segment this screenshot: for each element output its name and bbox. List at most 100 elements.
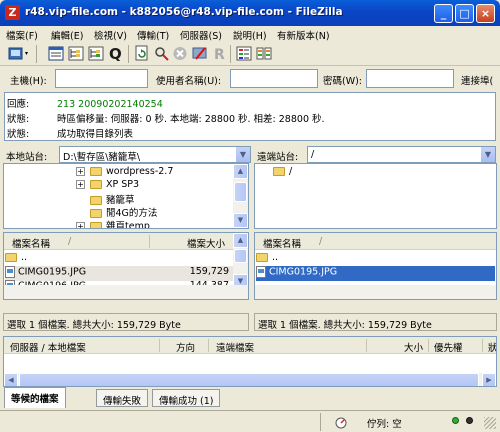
toggle-local-tree-icon[interactable] [68, 45, 84, 62]
reconnect-icon[interactable]: R [212, 45, 228, 62]
menu-view[interactable]: 檢視(V) [94, 28, 127, 42]
scroll-left-icon[interactable]: ◀ [4, 373, 18, 386]
scroll-down-icon[interactable]: ▼ [233, 213, 248, 228]
remote-path-combo[interactable]: / ▼ [307, 146, 496, 163]
column-status[interactable]: 狀 [488, 340, 496, 354]
remote-file-list: 檔案名稱 / .. CIMG0195.JPG [254, 232, 497, 300]
menu-help[interactable]: 說明(H) [233, 28, 267, 42]
scroll-right-icon[interactable]: ▶ [482, 373, 496, 386]
site-manager-icon[interactable] [8, 45, 30, 62]
column-filename[interactable]: 檔案名稱 [263, 236, 301, 250]
column-size[interactable]: 大小 [404, 340, 423, 354]
tree-item[interactable]: / [273, 166, 292, 181]
menu-file[interactable]: 檔案(F) [6, 28, 38, 42]
log-key: 狀態: [7, 114, 30, 125]
remote-tree: / [254, 163, 497, 229]
host-input[interactable] [55, 69, 148, 88]
expand-icon[interactable]: + [76, 167, 85, 176]
local-status-text: 選取 1 個檔案. 總共大小: 159,729 Byte [7, 320, 181, 331]
scroll-up-icon[interactable]: ▲ [233, 164, 248, 179]
log-text: 213 20090202140254 [57, 99, 163, 110]
file-row[interactable]: .. [256, 252, 495, 267]
svg-text:R: R [214, 47, 225, 62]
title-bar: Z r48.vip-file.com - k882056@r48.vip-fil… [0, 0, 500, 26]
scroll-thumb[interactable] [234, 182, 247, 202]
username-label: 使用者名稱(U): [156, 76, 222, 87]
port-label: 連接埠( [461, 76, 494, 87]
tree-item[interactable]: + 雜頁temp [76, 218, 150, 229]
tree-item-label: 雜頁temp [106, 221, 150, 229]
scroll-thumb[interactable] [234, 249, 247, 263]
column-direction[interactable]: 方向 [176, 340, 195, 354]
tree-item-label: / [289, 166, 293, 177]
log-row: 狀態: 時區偏移量: 伺服器: 0 秒. 本地端: 28800 秒. 相差: 28… [7, 111, 325, 125]
svg-text:Q: Q [109, 45, 122, 62]
file-row[interactable]: CIMG0195.JPG 159,729 [5, 266, 234, 281]
expand-icon[interactable]: + [76, 222, 85, 228]
chevron-down-icon[interactable]: ▼ [480, 147, 495, 162]
chevron-down-icon[interactable]: ▼ [235, 147, 250, 162]
password-input[interactable] [366, 69, 454, 88]
menu-edit[interactable]: 編輯(E) [51, 28, 83, 42]
column-filename[interactable]: 檔案名稱 [12, 236, 50, 250]
process-queue-icon[interactable] [154, 45, 170, 62]
directory-listing-filters-icon[interactable] [236, 45, 252, 62]
speed-limits-icon[interactable] [334, 415, 348, 429]
sort-indicator-icon: / [68, 236, 72, 247]
toggle-queue-icon[interactable]: Q [108, 45, 124, 62]
local-site-bar: 本地站台: D:\暫存區\豬籠草\ ▼ [3, 146, 251, 164]
image-file-icon [5, 266, 15, 278]
toolbar: Q R [0, 42, 500, 66]
tab-failed-transfers[interactable]: 傳輸失敗 [96, 389, 149, 407]
cancel-icon[interactable] [172, 45, 188, 62]
column-filesize[interactable]: 檔案大小 [187, 236, 225, 250]
local-path-combo[interactable]: D:\暫存區\豬籠草\ ▼ [59, 146, 251, 163]
scroll-up-icon[interactable]: ▲ [233, 233, 248, 248]
toolbar-separator [230, 45, 231, 63]
resize-grip-icon[interactable] [484, 417, 496, 429]
remote-site-label: 遠端站台: [257, 152, 299, 163]
local-tree-scrollbar[interactable]: ▲ ▼ [233, 164, 248, 228]
column-priority[interactable]: 優先權 [434, 340, 463, 354]
tab-queued-files[interactable]: 等候的檔案 [4, 387, 66, 408]
expand-icon[interactable]: + [76, 180, 85, 189]
minimize-button[interactable]: _ [434, 4, 453, 23]
local-file-header: 檔案名稱 / 檔案大小 [4, 233, 235, 250]
column-server-local-file[interactable]: 伺服器 / 本地檔案 [10, 340, 86, 354]
image-file-icon [256, 266, 266, 278]
local-file-scrollbar[interactable]: ▲ ▼ [233, 233, 248, 289]
close-button[interactable]: × [476, 4, 495, 23]
username-input[interactable] [230, 69, 318, 88]
scroll-thumb[interactable] [19, 373, 479, 386]
file-name: CIMG0195.JPG [18, 266, 87, 278]
folder-icon [90, 180, 102, 189]
toggle-remote-tree-icon[interactable] [88, 45, 104, 62]
sort-indicator-icon: / [319, 236, 323, 247]
local-file-hscrollbar[interactable] [4, 285, 248, 299]
menu-transfer[interactable]: 傳輸(T) [137, 28, 169, 42]
tree-item-label: XP SP3 [106, 179, 140, 190]
file-row[interactable]: CIMG0195.JPG [256, 266, 495, 281]
column-remote-file[interactable]: 遠端檔案 [216, 340, 254, 354]
folder-icon [90, 167, 102, 176]
toggle-log-icon[interactable] [48, 45, 64, 62]
disconnect-icon[interactable] [192, 45, 208, 62]
file-row[interactable]: .. [5, 252, 234, 267]
menu-server[interactable]: 伺服器(S) [180, 28, 222, 42]
column-separator [208, 339, 209, 352]
queue-header: 伺服器 / 本地檔案 方向 遠端檔案 大小 優先權 狀 [4, 337, 496, 354]
maximize-button[interactable]: □ [455, 4, 474, 23]
menu-new-version[interactable]: 有新版本(N) [277, 28, 330, 42]
queue-hscrollbar[interactable]: ◀ ▶ [4, 373, 496, 386]
remote-status-text: 選取 1 個檔案. 總共大小: 159,729 Byte [258, 320, 432, 331]
file-size: 159,729 [189, 266, 229, 277]
toolbar-separator [36, 45, 37, 63]
compare-directories-icon[interactable] [256, 45, 272, 62]
folder-icon [90, 222, 102, 228]
refresh-icon[interactable] [134, 45, 150, 62]
remote-file-hscrollbar[interactable] [255, 285, 496, 299]
tab-successful-transfers[interactable]: 傳輸成功 (1) [152, 389, 221, 407]
quickconnect-bar: 主機(H): 使用者名稱(U): 密碼(W): 連接埠( [0, 66, 500, 92]
status-bar: 佇列: 空 [0, 410, 500, 432]
download-indicator-icon [466, 417, 473, 424]
